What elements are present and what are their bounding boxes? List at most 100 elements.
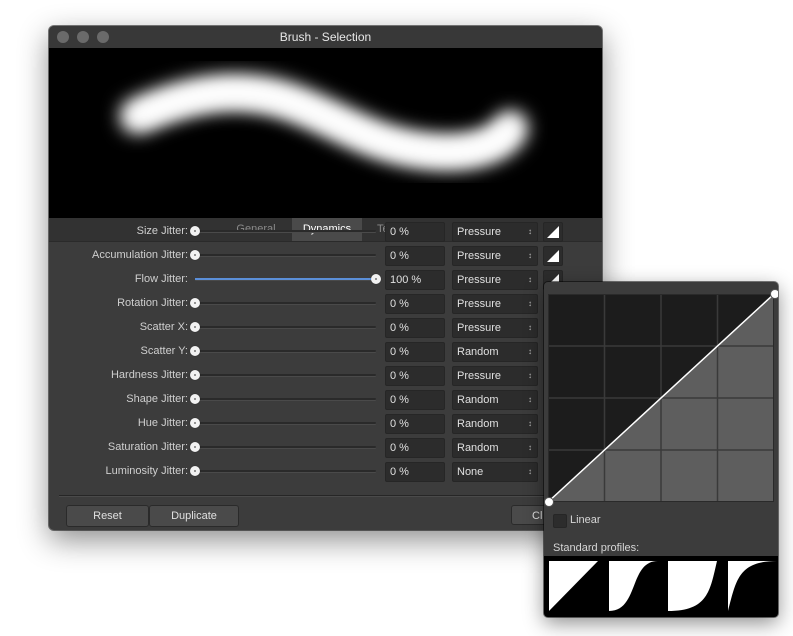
curve-button[interactable] [543,246,563,266]
jitter-slider-knob[interactable] [190,394,200,404]
jitter-slider-knob[interactable] [190,346,200,356]
jitter-slider-knob[interactable] [190,226,200,236]
curve-graph[interactable] [548,294,774,502]
jitter-row: Flow Jitter: 100 % Pressure ↕ [49,267,602,291]
reset-button[interactable]: Reset [66,505,149,527]
controller-select[interactable]: Pressure ↕ [452,270,538,290]
jitter-row: Hardness Jitter: 0 % Pressure ↕ [49,363,602,387]
standard-profiles-label: Standard profiles: [553,542,640,554]
updown-arrows-icon: ↕ [528,251,532,260]
jitter-slider[interactable] [190,250,376,260]
jitter-slider[interactable] [190,370,376,380]
brush-stroke-image [120,74,528,170]
jitter-label: Saturation Jitter: [107,441,188,453]
controller-select-value: Pressure [457,250,502,262]
controller-select[interactable]: Random ↕ [452,342,538,362]
minimize-window-button[interactable] [77,31,89,43]
curve-start-handle[interactable] [544,497,554,507]
jitter-slider[interactable] [190,394,376,404]
brush-stroke-preview [49,48,602,218]
controller-select-value: Random [457,442,499,454]
jitter-slider-knob[interactable] [190,322,200,332]
jitter-slider-knob[interactable] [190,418,200,428]
standard-profiles [544,556,778,617]
jitter-slider-knob[interactable] [190,298,200,308]
jitter-value-field[interactable]: 0 % [385,414,445,434]
duplicate-button[interactable]: Duplicate [149,505,239,527]
controller-select-value: Pressure [457,370,502,382]
jitter-row: Accumulation Jitter: 0 % Pressure ↕ [49,243,602,267]
controller-select[interactable]: Pressure ↕ [452,222,538,242]
controller-select-value: Random [457,346,499,358]
updown-arrows-icon: ↕ [528,419,532,428]
controller-select[interactable]: Pressure ↕ [452,294,538,314]
jitter-slider-knob[interactable] [190,442,200,452]
linear-label: Linear [570,514,601,526]
jitter-value-field[interactable]: 0 % [385,294,445,314]
controller-select[interactable]: Pressure ↕ [452,246,538,266]
curve-editor-popover: Linear Standard profiles: [544,282,778,617]
linear-checkbox[interactable] [553,514,567,528]
controller-select[interactable]: Pressure ↕ [452,318,538,338]
controller-select[interactable]: Random ↕ [452,414,538,434]
controller-select-value: None [457,466,484,478]
jitter-value-field[interactable]: 0 % [385,390,445,410]
jitter-row: Shape Jitter: 0 % Random ↕ [49,387,602,411]
controller-select[interactable]: Random ↕ [452,438,538,458]
jitter-label: Scatter Y: [140,345,189,357]
jitter-row: Hue Jitter: 0 % Random ↕ [49,411,602,435]
controller-select[interactable]: None ↕ [452,462,538,482]
jitter-slider[interactable] [190,466,376,476]
jitter-value-field[interactable]: 100 % [385,270,445,290]
curve-button[interactable] [543,222,563,242]
jitter-value-field[interactable]: 0 % [385,246,445,266]
title-bar: Brush - Selection [49,26,602,48]
updown-arrows-icon: ↕ [528,443,532,452]
jitter-row: Size Jitter: 0 % Pressure ↕ [49,219,602,243]
controller-select[interactable]: Pressure ↕ [452,366,538,386]
jitter-slider-knob[interactable] [190,370,200,380]
zoom-window-button[interactable] [97,31,109,43]
updown-arrows-icon: ↕ [528,323,532,332]
updown-arrows-icon: ↕ [528,275,532,284]
jitter-slider[interactable] [190,226,376,236]
updown-arrows-icon: ↕ [528,227,532,236]
updown-arrows-icon: ↕ [528,371,532,380]
curve-end-handle[interactable] [770,289,778,299]
jitter-value-field[interactable]: 0 % [385,438,445,458]
profile-ease-in[interactable] [668,561,717,611]
jitter-value-field[interactable]: 0 % [385,318,445,338]
jitter-value-field[interactable]: 0 % [385,462,445,482]
controller-select-value: Pressure [457,322,502,334]
jitter-label: Scatter X: [139,321,188,333]
jitter-value-field[interactable]: 0 % [385,222,445,242]
brush-dialog: Brush - Selection General Dynamics Textu… [49,26,602,530]
profile-linear[interactable] [549,561,598,611]
jitter-slider-knob[interactable] [371,274,381,284]
jitter-slider[interactable] [195,274,381,284]
updown-arrows-icon: ↕ [528,299,532,308]
jitter-row: Scatter X: 0 % Pressure ↕ [49,315,602,339]
controller-select[interactable]: Random ↕ [452,390,538,410]
jitter-slider[interactable] [190,298,376,308]
jitter-label: Shape Jitter: [126,393,188,405]
jitter-label: Size Jitter: [136,225,188,237]
profile-s-curve[interactable] [609,561,658,611]
jitter-slider[interactable] [190,418,376,428]
jitter-slider[interactable] [190,442,376,452]
jitter-slider[interactable] [190,322,376,332]
jitter-slider-knob[interactable] [190,466,200,476]
profile-ease-out[interactable] [728,561,777,611]
ramp-icon [547,226,559,238]
window-title: Brush - Selection [279,30,372,44]
controller-select-value: Random [457,394,499,406]
jitter-value-field[interactable]: 0 % [385,342,445,362]
ramp-icon [547,250,559,262]
jitter-row: Rotation Jitter: 0 % Pressure ↕ [49,291,602,315]
jitter-value-field[interactable]: 0 % [385,366,445,386]
jitter-slider-knob[interactable] [190,250,200,260]
close-window-button[interactable] [57,31,69,43]
jitter-slider[interactable] [190,346,376,356]
updown-arrows-icon: ↕ [528,395,532,404]
jitter-label: Rotation Jitter: [117,297,188,309]
